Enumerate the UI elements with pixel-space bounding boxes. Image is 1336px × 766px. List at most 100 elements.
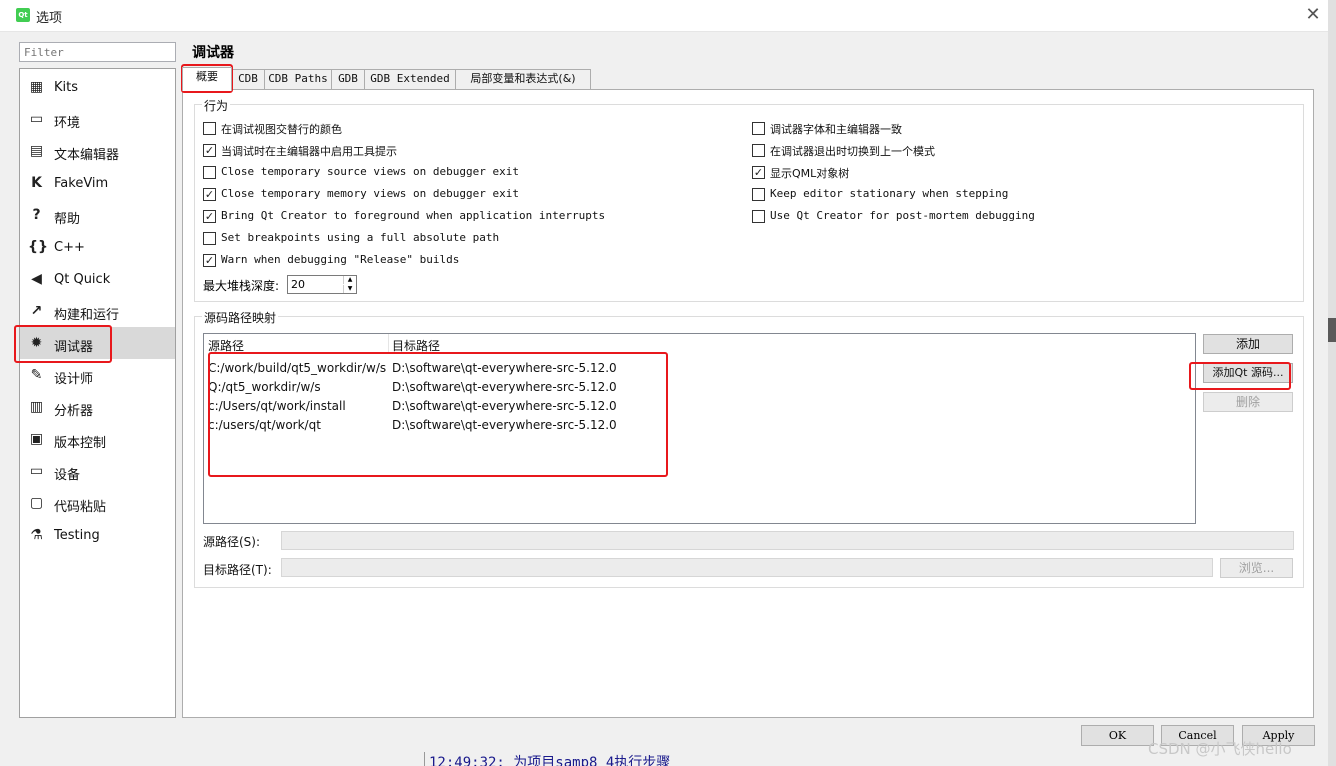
column-header-source[interactable]: 源路径 (208, 337, 244, 354)
sidebar-item-4[interactable]: ? 帮助 (20, 199, 175, 231)
sidebar-item-12[interactable]: ▭ 设备 (20, 455, 175, 487)
option-label: Bring Qt Creator to foreground when appl… (221, 209, 606, 222)
sidebar-item-2[interactable]: ▤ 文本编辑器 (20, 135, 175, 167)
cell-source-path[interactable]: c:/Users/qt/work/install (208, 399, 386, 413)
tab-4[interactable]: GDB Extended (364, 69, 456, 89)
tab-0[interactable]: 概要 (182, 67, 232, 91)
hammer-icon: ↗ (30, 303, 43, 319)
sidebar-item-label: 设计师 (54, 372, 94, 387)
sidebar-item-label: 调试器 (54, 340, 94, 355)
spin-up-icon[interactable]: ▲ (343, 276, 356, 284)
sidebar-item-label: 帮助 (54, 212, 81, 227)
tab-1[interactable]: CDB (231, 69, 265, 89)
sidebar-item-6[interactable]: ◀ Qt Quick (20, 263, 175, 295)
qtquick-icon: ◀ (31, 271, 42, 287)
sidebar-item-label: 设备 (54, 468, 81, 483)
ok-button[interactable]: OK (1081, 725, 1154, 746)
behavior-group-title: 行为 (202, 97, 231, 114)
stack-depth-value: 20 (291, 278, 305, 291)
option-label: Keep editor stationary when stepping (770, 187, 1009, 200)
checkmark-icon[interactable]: ✓ (203, 254, 216, 267)
delete-button[interactable]: 删除 (1203, 392, 1293, 412)
sidebar-item-3[interactable]: K FakeVim (20, 167, 175, 199)
fakevim-icon: K (31, 175, 42, 191)
source-mapping-table[interactable]: 源路径 目标路径 C:/work/build/qt5_workdir/w/s D:… (203, 333, 1196, 524)
title-bar: Qt 选项 ✕ (0, 0, 1328, 32)
sidebar-item-9[interactable]: ✎ 设计师 (20, 359, 175, 391)
checkbox-empty-icon[interactable] (752, 122, 765, 135)
add-qt-sources-button[interactable]: 添加Qt 源码... (1203, 363, 1293, 383)
column-header-target[interactable]: 目标路径 (392, 337, 440, 354)
option-label: 显示QML对象树 (770, 167, 850, 180)
checkmark-icon[interactable]: ✓ (203, 144, 216, 157)
target-path-label: 目标路径(T): (203, 563, 272, 577)
checkbox-empty-icon[interactable] (752, 144, 765, 157)
sidebar-item-label: 分析器 (54, 404, 94, 419)
sidebar-item-14[interactable]: ⚗ Testing (20, 519, 175, 551)
cell-target-path[interactable]: D:\software\qt-everywhere-src-5.12.0 (392, 399, 692, 413)
kits-icon: ▦ (29, 79, 44, 95)
column-divider[interactable] (388, 334, 389, 352)
checkbox-empty-icon[interactable] (752, 188, 765, 201)
close-icon[interactable]: ✕ (1302, 4, 1324, 26)
sidebar-item-7[interactable]: ↗ 构建和运行 (20, 295, 175, 327)
sidebar-item-label: 文本编辑器 (54, 148, 120, 163)
checkbox-empty-icon[interactable] (203, 166, 216, 179)
text-editor-icon: ▤ (29, 143, 44, 159)
checkbox-empty-icon[interactable] (203, 122, 216, 135)
sidebar-item-label: C++ (54, 240, 85, 255)
checkbox-empty-icon[interactable] (203, 232, 216, 245)
testing-flask-icon: ⚗ (30, 527, 43, 543)
option-label: 当调试时在主编辑器中启用工具提示 (221, 145, 397, 158)
target-path-input[interactable] (281, 558, 1213, 577)
checkmark-icon[interactable]: ✓ (203, 210, 216, 223)
tab-2[interactable]: CDB Paths (264, 69, 332, 89)
behavior-group (194, 104, 1304, 302)
sidebar-item-label: Qt Quick (54, 272, 111, 287)
sidebar-item-8[interactable]: ✹ 调试器 (20, 327, 175, 359)
tab-3[interactable]: GDB (331, 69, 365, 89)
stack-depth-spinbox[interactable]: 20 ▲ ▼ (287, 275, 357, 294)
filter-input[interactable] (19, 42, 176, 62)
option-label: 在调试器退出时切换到上一个模式 (770, 145, 935, 158)
window-title: 选项 (36, 11, 63, 26)
option-label: Close temporary memory views on debugger… (221, 187, 520, 200)
watermark: CSDN @小飞侠hello (1148, 740, 1292, 758)
sidebar-item-11[interactable]: ▣ 版本控制 (20, 423, 175, 455)
cell-target-path[interactable]: D:\software\qt-everywhere-src-5.12.0 (392, 380, 692, 394)
cell-target-path[interactable]: D:\software\qt-everywhere-src-5.12.0 (392, 361, 692, 375)
option-label: Warn when debugging "Release" builds (221, 253, 460, 266)
checkmark-icon[interactable]: ✓ (203, 188, 216, 201)
cell-source-path[interactable]: Q:/qt5_workdir/w/s (208, 380, 386, 394)
source-mapping-group-title: 源码路径映射 (202, 309, 279, 326)
qt-logo-icon: Qt (16, 8, 30, 22)
background-log-line: 12:49:32: 为项目samp8_4执行步骤 (424, 752, 670, 766)
sidebar-item-label: 代码粘贴 (54, 500, 107, 515)
sidebar-item-0[interactable]: ▦ Kits (20, 71, 175, 103)
sidebar-item-13[interactable]: ▢ 代码粘贴 (20, 487, 175, 519)
checkbox-empty-icon[interactable] (752, 210, 765, 223)
tab-5[interactable]: 局部变量和表达式(&) (455, 69, 591, 89)
device-icon: ▭ (29, 463, 44, 479)
option-label: Close temporary source views on debugger… (221, 165, 520, 178)
stack-depth-label: 最大堆栈深度: (203, 279, 280, 293)
cell-source-path[interactable]: c:/users/qt/work/qt (208, 418, 386, 432)
cell-source-path[interactable]: C:/work/build/qt5_workdir/w/s (208, 361, 386, 375)
cell-target-path[interactable]: D:\software\qt-everywhere-src-5.12.0 (392, 418, 692, 432)
browse-button[interactable]: 浏览... (1220, 558, 1293, 578)
add-button[interactable]: 添加 (1203, 334, 1293, 354)
option-label: Use Qt Creator for post-mortem debugging (770, 209, 1035, 222)
sidebar-item-10[interactable]: ▥ 分析器 (20, 391, 175, 423)
sidebar-item-label: 构建和运行 (54, 308, 120, 323)
source-path-label: 源路径(S): (203, 535, 261, 549)
version-control-icon: ▣ (29, 431, 44, 447)
checkmark-icon[interactable]: ✓ (752, 166, 765, 179)
option-label: Set breakpoints using a full absolute pa… (221, 231, 500, 244)
sidebar-item-5[interactable]: {} C++ (20, 231, 175, 263)
sidebar-item-label: 版本控制 (54, 436, 107, 451)
sidebar-item-label: 环境 (54, 116, 81, 131)
source-path-input[interactable] (281, 531, 1294, 550)
bug-icon: ✹ (30, 335, 43, 351)
sidebar-item-1[interactable]: ▭ 环境 (20, 103, 175, 135)
spin-down-icon[interactable]: ▼ (343, 285, 356, 293)
